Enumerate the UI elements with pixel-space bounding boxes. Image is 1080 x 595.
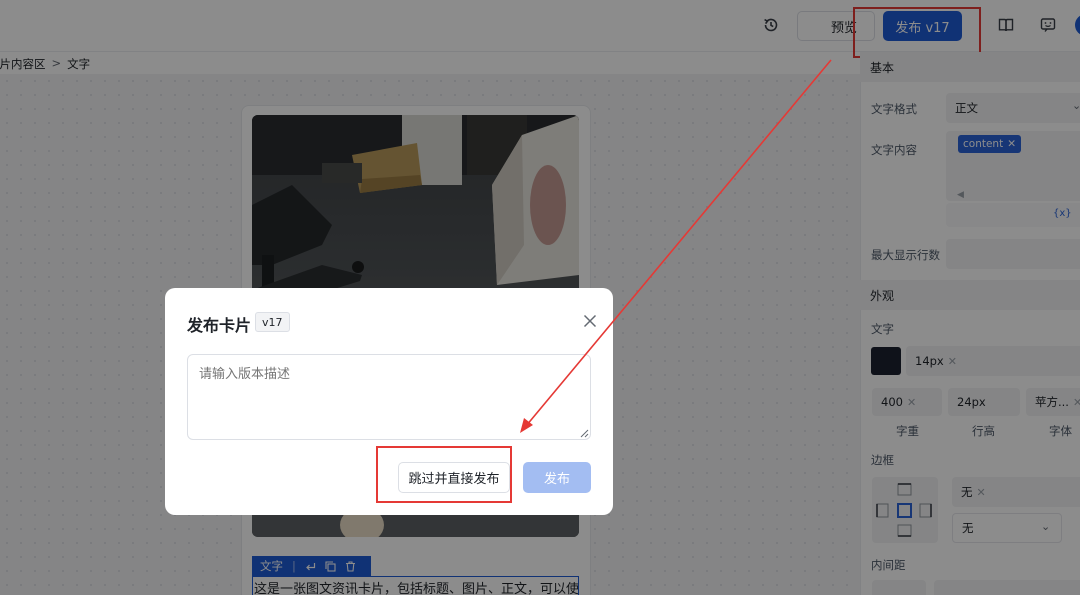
version-badge: v17 [255,312,290,332]
close-icon[interactable] [582,313,598,329]
dialog-title: 发布卡片 [187,316,252,335]
resize-grip-icon[interactable] [580,429,589,438]
confirm-publish-button[interactable]: 发布 [523,462,591,493]
version-description-input[interactable] [187,354,591,440]
skip-and-publish-button[interactable]: 跳过并直接发布 [398,462,510,493]
